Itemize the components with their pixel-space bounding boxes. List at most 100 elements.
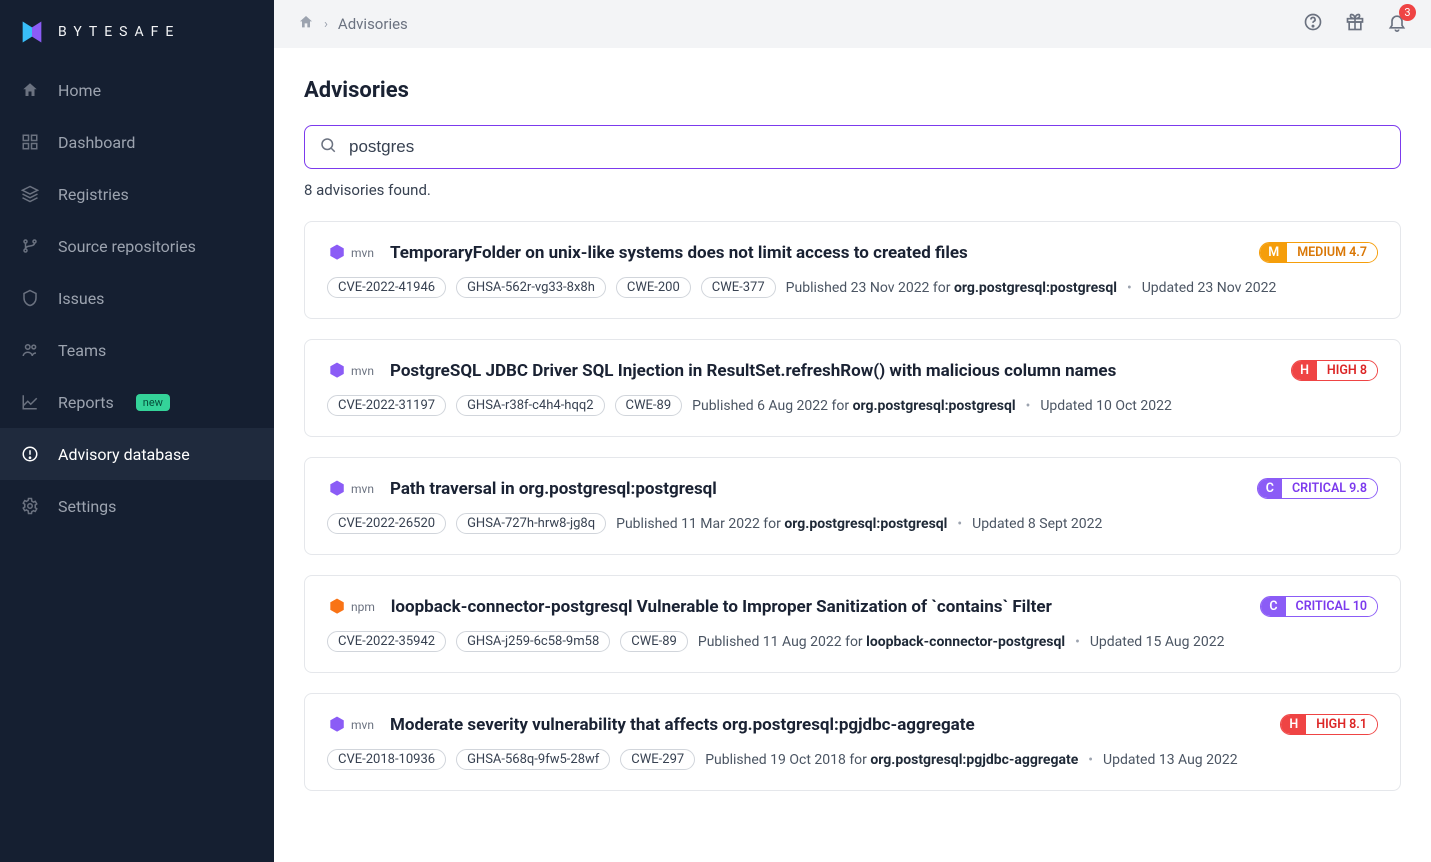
sidebar-item-label: Home [58, 81, 101, 100]
bell-icon[interactable]: 3 [1387, 12, 1407, 36]
gear-icon [20, 496, 40, 516]
sidebar-item-label: Issues [58, 289, 104, 308]
page-title: Advisories [304, 78, 1401, 103]
tag[interactable]: CWE-89 [620, 631, 688, 652]
sidebar-item-dashboard[interactable]: Dashboard [0, 116, 274, 168]
tag[interactable]: GHSA-727h-hrw8-jg8q [456, 513, 606, 534]
updated-text: Updated 8 Sept 2022 [972, 516, 1102, 532]
advisory-card[interactable]: mvn PostgreSQL JDBC Driver SQL Injection … [304, 339, 1401, 437]
branch-icon [20, 236, 40, 256]
severity-badge: HHIGH 8.1 [1280, 714, 1378, 735]
tag[interactable]: GHSA-j259-6c58-9m58 [456, 631, 610, 652]
new-badge: new [136, 394, 170, 411]
severity-badge: HHIGH 8 [1291, 360, 1378, 381]
sidebar-item-label: Registries [58, 185, 129, 204]
layers-icon [20, 184, 40, 204]
gift-icon[interactable] [1345, 12, 1365, 36]
advisory-title: loopback-connector-postgresql Vulnerable… [391, 597, 1244, 617]
advisory-card[interactable]: mvn TemporaryFolder on unix-like systems … [304, 221, 1401, 319]
sidebar: BYTESAFE Home Dashboard Registries [0, 0, 274, 862]
ecosystem-label: mvn [351, 718, 374, 732]
tag[interactable]: CWE-297 [620, 749, 695, 770]
sidebar-item-label: Settings [58, 497, 116, 516]
ecosystem-label: npm [351, 600, 375, 614]
breadcrumb-current: Advisories [338, 15, 408, 33]
home-crumb-icon[interactable] [298, 14, 314, 34]
package-icon [327, 597, 347, 617]
advisory-title: Moderate severity vulnerability that aff… [390, 715, 1264, 735]
separator: • [1026, 398, 1031, 414]
advisory-meta: CVE-2022-35942 GHSA-j259-6c58-9m58 CWE-89 P… [327, 631, 1378, 652]
dashboard-icon [20, 132, 40, 152]
sidebar-item-reports[interactable]: Reports new [0, 376, 274, 428]
separator: • [1075, 634, 1080, 650]
sidebar-item-label: Reports [58, 393, 114, 412]
ecosystem-label: mvn [351, 246, 374, 260]
logo-icon [18, 18, 46, 46]
sidebar-item-advisory-database[interactable]: Advisory database [0, 428, 274, 480]
tag[interactable]: CWE-377 [701, 277, 776, 298]
advisory-title: PostgreSQL JDBC Driver SQL Injection in … [390, 361, 1275, 381]
published-text: Published 23 Nov 2022 for org.postgresql… [786, 280, 1117, 296]
search-icon [319, 136, 337, 158]
tag[interactable]: CVE-2022-26520 [327, 513, 446, 534]
tag[interactable]: GHSA-r38f-c4h4-hqq2 [456, 395, 604, 416]
chevron-right-icon: › [324, 17, 328, 32]
result-count: 8 advisories found. [304, 181, 1401, 199]
published-text: Published 11 Mar 2022 for org.postgresql… [616, 516, 947, 532]
advisory-meta: CVE-2022-26520 GHSA-727h-hrw8-jg8q Publish… [327, 513, 1378, 534]
package-icon [327, 715, 347, 735]
users-icon [20, 340, 40, 360]
updated-text: Updated 13 Aug 2022 [1103, 752, 1238, 768]
ecosystem-badge: mvn [327, 243, 374, 263]
tag[interactable]: CVE-2018-10936 [327, 749, 446, 770]
notification-badge: 3 [1399, 4, 1416, 21]
package-icon [327, 243, 347, 263]
updated-text: Updated 15 Aug 2022 [1090, 634, 1225, 650]
tag[interactable]: CWE-200 [616, 277, 691, 298]
tag[interactable]: CVE-2022-35942 [327, 631, 446, 652]
separator: • [1127, 280, 1132, 296]
help-icon[interactable] [1303, 12, 1323, 36]
tag[interactable]: GHSA-568q-9fw5-28wf [456, 749, 610, 770]
breadcrumb: › Advisories [298, 14, 408, 34]
advisory-meta: CVE-2018-10936 GHSA-568q-9fw5-28wf CWE-297… [327, 749, 1378, 770]
severity-badge: MMEDIUM 4.7 [1259, 242, 1378, 263]
sidebar-item-source-repositories[interactable]: Source repositories [0, 220, 274, 272]
sidebar-item-teams[interactable]: Teams [0, 324, 274, 376]
published-text: Published 19 Oct 2018 for org.postgresql… [705, 752, 1078, 768]
published-text: Published 11 Aug 2022 for loopback-conne… [698, 634, 1065, 650]
advisory-card[interactable]: npm loopback-connector-postgresql Vulnera… [304, 575, 1401, 673]
tag[interactable]: CVE-2022-41946 [327, 277, 446, 298]
advisory-title: TemporaryFolder on unix-like systems doe… [390, 243, 1243, 263]
advisory-meta: CVE-2022-31197 GHSA-r38f-c4h4-hqq2 CWE-89 P… [327, 395, 1378, 416]
logo[interactable]: BYTESAFE [0, 4, 274, 64]
sidebar-item-label: Teams [58, 341, 106, 360]
advisory-card[interactable]: mvn Path traversal in org.postgresql:post… [304, 457, 1401, 555]
chart-icon [20, 392, 40, 412]
shield-icon [20, 288, 40, 308]
sidebar-item-home[interactable]: Home [0, 64, 274, 116]
sidebar-item-registries[interactable]: Registries [0, 168, 274, 220]
sidebar-item-label: Dashboard [58, 133, 135, 152]
advisory-card[interactable]: mvn Moderate severity vulnerability that … [304, 693, 1401, 791]
ecosystem-label: mvn [351, 482, 374, 496]
severity-badge: CCRITICAL 9.8 [1257, 478, 1378, 499]
severity-badge: CCRITICAL 10 [1260, 596, 1378, 617]
ecosystem-badge: mvn [327, 715, 374, 735]
published-text: Published 6 Aug 2022 for org.postgresql:… [692, 398, 1015, 414]
tag[interactable]: CWE-89 [615, 395, 683, 416]
advisory-title: Path traversal in org.postgresql:postgre… [390, 479, 1241, 499]
tag[interactable]: GHSA-562r-vg33-8x8h [456, 277, 606, 298]
package-icon [327, 479, 347, 499]
sidebar-item-label: Advisory database [58, 445, 190, 464]
sidebar-item-label: Source repositories [58, 237, 196, 256]
sidebar-item-issues[interactable]: Issues [0, 272, 274, 324]
search-input[interactable] [349, 137, 1386, 157]
topbar: › Advisories 3 [274, 0, 1431, 48]
package-icon [327, 361, 347, 381]
ecosystem-badge: mvn [327, 361, 374, 381]
search-box[interactable] [304, 125, 1401, 169]
sidebar-item-settings[interactable]: Settings [0, 480, 274, 532]
tag[interactable]: CVE-2022-31197 [327, 395, 446, 416]
